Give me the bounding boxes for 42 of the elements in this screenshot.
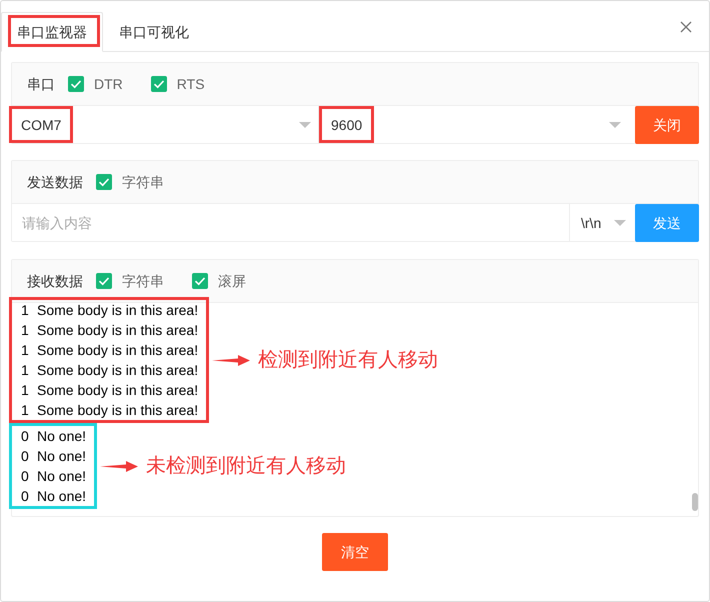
clear-button[interactable]: 清空 [322, 533, 388, 571]
received-message: Some body is in this area! [37, 360, 198, 380]
received-message: No one! [37, 486, 86, 506]
received-message: Some body is in this area! [37, 400, 198, 420]
close-icon [680, 21, 692, 33]
scrollbar-thumb[interactable] [692, 493, 698, 511]
panel-title: 发送数据 [27, 172, 83, 192]
annotation-note: 检测到附近有人移动 [258, 348, 438, 373]
received-value: 0 [21, 486, 30, 506]
received-message: Some body is in this area! [37, 380, 198, 400]
received-value: 0 [21, 426, 30, 446]
received-message: No one! [37, 466, 86, 486]
text-input[interactable]: 请输入内容 [12, 204, 569, 241]
caret-icon [609, 122, 621, 128]
checkbox[interactable]: 字符串 [96, 172, 164, 192]
received-value: 1 [21, 380, 30, 400]
panel-title: 接收数据 [27, 272, 83, 290]
received-message: Some body is in this area! [37, 300, 198, 320]
checkbox[interactable]: RTS [150, 74, 205, 94]
received-message: Some body is in this area! [37, 320, 198, 340]
received-value: 0 [21, 466, 30, 486]
received-message: Some body is in this area! [37, 340, 198, 360]
received-value: 1 [21, 360, 30, 380]
checkbox[interactable]: 滚屏 [192, 270, 246, 292]
panel-title: 串口 [27, 74, 55, 94]
tab[interactable]: 串口可视化 [103, 12, 205, 52]
send-button[interactable]: 发送 [635, 204, 699, 242]
received-message: No one! [37, 446, 86, 466]
tab[interactable]: 串口监视器 [1, 12, 103, 52]
received-value: 1 [21, 400, 30, 420]
close-port-button[interactable]: 关闭 [635, 106, 699, 144]
close-button[interactable] [680, 21, 692, 33]
received-value: 1 [21, 340, 30, 360]
caret-icon [299, 122, 311, 128]
received-message: No one! [37, 426, 86, 446]
annotation-note: 未检测到附近有人移动 [146, 454, 346, 479]
received-value: 0 [21, 446, 30, 466]
caret-icon [614, 220, 626, 226]
checkbox[interactable]: 字符串 [96, 270, 164, 292]
checkbox[interactable]: DTR [68, 74, 123, 94]
received-value: 1 [21, 320, 30, 340]
received-value: 1 [21, 300, 30, 320]
